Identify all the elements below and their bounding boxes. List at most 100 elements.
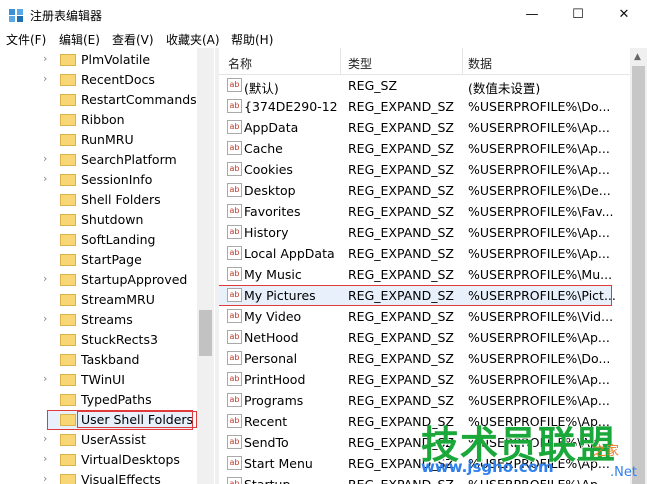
- value-name: Favorites: [244, 204, 301, 219]
- table-row[interactable]: ab {374DE290-12... REG_EXPAND_SZ %USERPROFI…: [219, 96, 630, 117]
- value-name: Personal: [244, 351, 298, 366]
- column-header-name[interactable]: 名称: [228, 55, 252, 72]
- folder-icon: [60, 234, 76, 246]
- tree-item[interactable]: TypedPaths: [0, 390, 197, 410]
- minimize-button[interactable]: —: [509, 0, 555, 30]
- menu-favorites[interactable]: 收藏夹(A): [166, 31, 220, 48]
- chevron-right-icon[interactable]: ›: [43, 312, 47, 325]
- table-row[interactable]: ab My Pictures REG_EXPAND_SZ %USERPROFILE%\…: [219, 285, 630, 306]
- tree-item-label: StuckRects3: [81, 332, 158, 347]
- tree-item[interactable]: › UserAssist: [0, 430, 197, 450]
- scroll-up-icon[interactable]: ▲: [634, 52, 641, 62]
- table-row[interactable]: ab PrintHood REG_EXPAND_SZ %USERPROFILE%\Ap…: [219, 369, 630, 390]
- column-header-row: 名称 类型 数据: [219, 48, 630, 75]
- tree-item[interactable]: StreamMRU: [0, 290, 197, 310]
- tree-item-label: VisualEffects: [81, 472, 161, 484]
- tree-item-label: StartPage: [81, 252, 142, 267]
- column-divider[interactable]: [462, 48, 463, 74]
- tree-item[interactable]: › StartupApproved: [0, 270, 197, 290]
- tree-item[interactable]: › RecentDocs: [0, 70, 197, 90]
- tree-item[interactable]: › SessionInfo: [0, 170, 197, 190]
- tree-item[interactable]: Shutdown: [0, 210, 197, 230]
- table-row[interactable]: ab My Video REG_EXPAND_SZ %USERPROFILE%\Vid…: [219, 306, 630, 327]
- table-row[interactable]: ab AppData REG_EXPAND_SZ %USERPROFILE%\Ap..…: [219, 117, 630, 138]
- value-type: REG_EXPAND_SZ: [348, 288, 454, 303]
- table-row[interactable]: ab Favorites REG_EXPAND_SZ %USERPROFILE%\Fa…: [219, 201, 630, 222]
- chevron-right-icon[interactable]: ›: [43, 372, 47, 385]
- column-header-data[interactable]: 数据: [468, 55, 492, 72]
- tree-item-label: TypedPaths: [81, 392, 152, 407]
- table-row[interactable]: ab NetHood REG_EXPAND_SZ %USERPROFILE%\Ap..…: [219, 327, 630, 348]
- menu-file[interactable]: 文件(F): [6, 31, 46, 48]
- reg-string-value-icon: ab: [227, 288, 242, 302]
- tree-item[interactable]: Shell Folders: [0, 190, 197, 210]
- maximize-button[interactable]: ☐: [555, 0, 601, 30]
- table-row[interactable]: ab Cache REG_EXPAND_SZ %USERPROFILE%\Ap...: [219, 138, 630, 159]
- menu-edit[interactable]: 编辑(E): [59, 31, 100, 48]
- table-row[interactable]: ab History REG_EXPAND_SZ %USERPROFILE%\Ap..…: [219, 222, 630, 243]
- table-row[interactable]: ab Programs REG_EXPAND_SZ %USERPROFILE%\Ap.…: [219, 390, 630, 411]
- chevron-right-icon[interactable]: ›: [43, 472, 47, 484]
- chevron-right-icon[interactable]: ›: [43, 152, 47, 165]
- folder-icon: [60, 434, 76, 446]
- folder-icon: [60, 354, 76, 366]
- chevron-right-icon[interactable]: ›: [43, 452, 47, 465]
- value-data: %USERPROFILE%\Pict...: [468, 288, 616, 303]
- tree-item[interactable]: › Streams: [0, 310, 197, 330]
- tree-item[interactable]: User Shell Folders: [0, 410, 198, 430]
- reg-string-value-icon: ab: [227, 435, 242, 449]
- table-row[interactable]: ab (默认) REG_SZ (数值未设置): [219, 75, 630, 96]
- value-type: REG_EXPAND_SZ: [348, 393, 454, 408]
- registry-key-tree[interactable]: › PlmVolatile › RecentDocs RestartCommands Ri…: [0, 48, 215, 484]
- value-data: %USERPROFILE%\Mu...: [468, 267, 613, 282]
- value-type: REG_EXPAND_SZ: [348, 309, 454, 324]
- tree-item[interactable]: › PlmVolatile: [0, 50, 197, 70]
- tree-item[interactable]: › VisualEffects: [0, 470, 197, 484]
- menu-view[interactable]: 查看(V): [112, 31, 154, 48]
- tree-item-label: Shell Folders: [81, 192, 161, 207]
- table-row[interactable]: ab My Music REG_EXPAND_SZ %USERPROFILE%\Mu.…: [219, 264, 630, 285]
- window-title: 注册表编辑器: [30, 9, 103, 23]
- close-button[interactable]: ✕: [601, 0, 647, 30]
- tree-item[interactable]: Taskband: [0, 350, 197, 370]
- value-name: SendTo: [244, 435, 289, 450]
- tree-item-label: PlmVolatile: [81, 52, 151, 67]
- column-header-type[interactable]: 类型: [348, 55, 372, 72]
- tree-scrollbar-thumb[interactable]: [199, 310, 212, 356]
- folder-icon: [60, 394, 76, 406]
- table-row[interactable]: ab Cookies REG_EXPAND_SZ %USERPROFILE%\Ap..…: [219, 159, 630, 180]
- chevron-right-icon[interactable]: ›: [43, 272, 47, 285]
- chevron-right-icon[interactable]: ›: [43, 72, 47, 85]
- folder-icon: [60, 114, 76, 126]
- reg-string-value-icon: ab: [227, 393, 242, 407]
- tree-item[interactable]: StartPage: [0, 250, 197, 270]
- values-scrollbar[interactable]: ▲: [630, 48, 647, 484]
- tree-item[interactable]: Ribbon: [0, 110, 197, 130]
- value-type: REG_EXPAND_SZ: [348, 267, 454, 282]
- folder-icon: [60, 174, 76, 186]
- table-row[interactable]: ab Personal REG_EXPAND_SZ %USERPROFILE%\Do.…: [219, 348, 630, 369]
- chevron-right-icon[interactable]: ›: [43, 52, 47, 65]
- tree-item-label: TWinUI: [81, 372, 125, 387]
- value-name: AppData: [244, 120, 299, 135]
- tree-item[interactable]: SoftLanding: [0, 230, 197, 250]
- reg-string-value-icon: ab: [227, 99, 242, 113]
- values-scrollbar-thumb[interactable]: [632, 66, 645, 484]
- tree-item[interactable]: RestartCommands: [0, 90, 197, 110]
- chevron-right-icon[interactable]: ›: [43, 172, 47, 185]
- table-row[interactable]: ab Desktop REG_EXPAND_SZ %USERPROFILE%\De..…: [219, 180, 630, 201]
- tree-item[interactable]: › SearchPlatform: [0, 150, 197, 170]
- reg-string-value-icon: ab: [227, 78, 242, 92]
- menu-help[interactable]: 帮助(H): [231, 31, 273, 48]
- table-row[interactable]: ab Local AppData REG_EXPAND_SZ %USERPROFILE…: [219, 243, 630, 264]
- tree-item[interactable]: › VirtualDesktops: [0, 450, 197, 470]
- tree-item[interactable]: › TWinUI: [0, 370, 197, 390]
- chevron-right-icon[interactable]: ›: [43, 432, 47, 445]
- value-data: %USERPROFILE%\Ap...: [468, 120, 610, 135]
- column-divider[interactable]: [340, 48, 341, 74]
- tree-item[interactable]: RunMRU: [0, 130, 197, 150]
- tree-item[interactable]: StuckRects3: [0, 330, 197, 350]
- tree-scrollbar[interactable]: [197, 48, 214, 484]
- value-type: REG_EXPAND_SZ: [348, 204, 454, 219]
- folder-icon: [60, 214, 76, 226]
